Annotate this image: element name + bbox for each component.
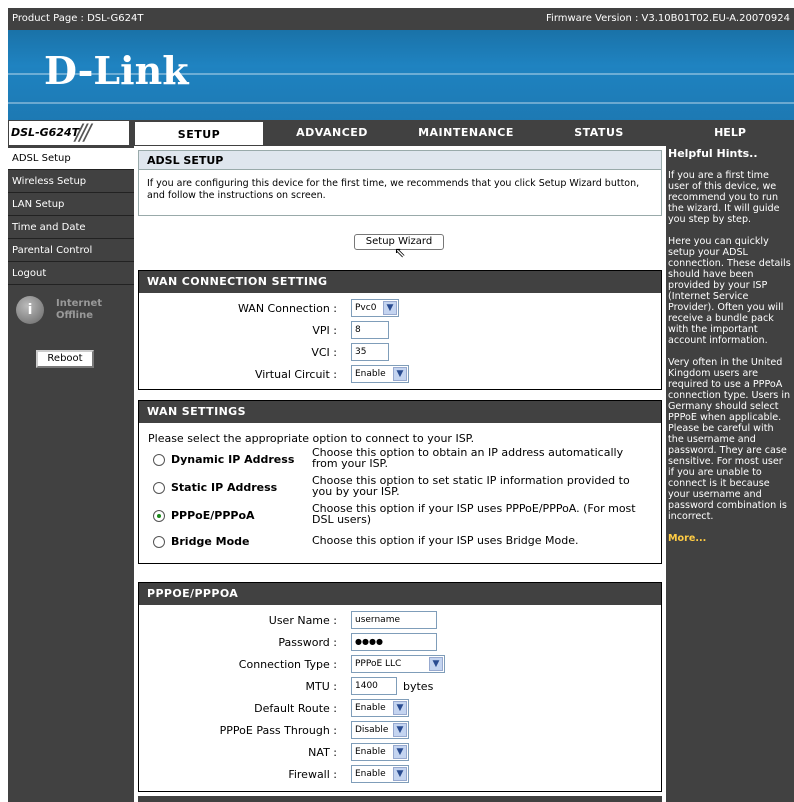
wan-connection-select[interactable]: Pvc0 ▼ (351, 299, 399, 317)
help-more-link[interactable]: More... (668, 533, 791, 544)
nat-select[interactable]: Enable ▼ (351, 743, 409, 761)
connection-type-value: PPPoE LLC (355, 659, 402, 669)
username-label: User Name : (268, 614, 337, 627)
chevron-down-icon: ▼ (393, 767, 407, 781)
connection-type-select[interactable]: PPPoE LLC ▼ (351, 655, 445, 673)
globe-icon: i (16, 296, 44, 324)
brand-banner: D-Link (8, 30, 794, 120)
default-route-value: Enable (355, 703, 386, 713)
wan-settings-instruction: Please select the appropriate option to … (148, 432, 475, 445)
chevron-down-icon: ▼ (393, 723, 407, 737)
help-paragraph: Here you can quickly setup your ADSL con… (668, 236, 791, 346)
sidebar-item-lan-setup[interactable]: LAN Setup (8, 194, 134, 216)
model-name: DSL-G624T (11, 126, 80, 139)
pppoe-passthrough-value: Disable (355, 725, 389, 735)
sidebar-item-wireless-setup[interactable]: Wireless Setup (8, 171, 134, 193)
tab-setup[interactable]: SETUP (134, 121, 264, 146)
pppoe-title: PPPOE/PPPOA (139, 583, 661, 605)
wan-connection-title: WAN CONNECTION SETTING (139, 271, 661, 293)
vpi-label: VPI : (312, 324, 337, 337)
wan-settings-title: WAN SETTINGS (139, 401, 661, 423)
static-ip-desc: Choose this option to set static IP info… (312, 474, 630, 498)
default-route-select[interactable]: Enable ▼ (351, 699, 409, 717)
wan-connection-label: WAN Connection : (238, 302, 337, 315)
tab-advanced[interactable]: ADVANCED (266, 120, 398, 146)
radio-dynamic-ip[interactable] (153, 454, 165, 466)
password-field[interactable]: ●●●● (351, 633, 437, 651)
adsl-setup-section: ADSL SETUP If you are configuring this d… (138, 150, 662, 230)
nat-value: Enable (355, 747, 386, 757)
radio-bridge-mode[interactable] (153, 536, 165, 548)
wan-settings-section: WAN SETTINGS Please select the appropria… (138, 400, 662, 564)
mouse-cursor-icon: ⇖ (394, 245, 406, 261)
virtual-circuit-select[interactable]: Enable ▼ (351, 365, 409, 383)
virtual-circuit-label: Virtual Circuit : (254, 368, 337, 381)
next-section-header (138, 796, 662, 802)
static-ip-label: Static IP Address (171, 481, 278, 494)
help-paragraph: Very often in the United Kingdom users a… (668, 357, 791, 522)
chevron-down-icon: ▼ (383, 301, 397, 315)
firewall-label: Firewall : (288, 768, 337, 781)
firmware-version-label: Firmware Version : V3.10B01T02.EU-A.2007… (546, 13, 790, 24)
wan-connection-value: Pvc0 (355, 303, 377, 313)
pppoe-passthrough-label: PPPoE Pass Through : (219, 724, 337, 737)
pppoe-desc: Choose this option if your ISP uses PPPo… (312, 502, 636, 526)
dlink-logo: D-Link (44, 48, 189, 93)
product-page-label: Product Page : DSL-G624T (12, 13, 144, 24)
bridge-mode-label: Bridge Mode (171, 535, 250, 548)
pppoe-passthrough-select[interactable]: Disable ▼ (351, 721, 409, 739)
sidebar-item-time-date[interactable]: Time and Date (8, 217, 134, 239)
bridge-mode-desc: Choose this option if your ISP uses Brid… (312, 534, 579, 547)
virtual-circuit-value: Enable (355, 369, 386, 379)
vci-field[interactable]: 35 (351, 343, 389, 361)
help-paragraph: If you are a first time user of this dev… (668, 170, 780, 225)
nat-label: NAT : (308, 746, 337, 759)
chevron-down-icon: ▼ (393, 367, 407, 381)
model-slashes: /// (75, 121, 91, 146)
firewall-value: Enable (355, 769, 386, 779)
radio-static-ip[interactable] (153, 482, 165, 494)
dynamic-ip-desc: Choose this option to obtain an IP addre… (312, 446, 624, 470)
mtu-field[interactable]: 1400 (351, 677, 397, 695)
tab-maintenance[interactable]: MAINTENANCE (398, 120, 534, 146)
connection-type-label: Connection Type : (238, 658, 337, 671)
tab-status[interactable]: STATUS (534, 120, 664, 146)
password-label: Password : (278, 636, 337, 649)
chevron-down-icon: ▼ (393, 745, 407, 759)
pppoe-label: PPPoE/PPPoA (171, 509, 255, 522)
help-panel: Helpful Hints.. If you are a first time … (666, 146, 794, 802)
internet-status-text: Internet Offline (56, 298, 103, 321)
username-field[interactable]: username (351, 611, 437, 629)
radio-pppoe[interactable] (153, 510, 165, 522)
adsl-setup-title: ADSL SETUP (139, 151, 661, 169)
firewall-select[interactable]: Enable ▼ (351, 765, 409, 783)
sidebar-item-adsl-setup[interactable]: ADSL Setup (8, 148, 134, 170)
mtu-unit: bytes (403, 680, 434, 693)
vci-label: VCI : (311, 346, 337, 359)
tab-help[interactable]: HELP (666, 120, 794, 146)
pppoe-section: PPPOE/PPPOA User Name : username Passwor… (138, 582, 662, 792)
reboot-button[interactable]: Reboot (36, 350, 94, 368)
help-title: Helpful Hints.. (668, 147, 758, 160)
wan-connection-section: WAN CONNECTION SETTING WAN Connection : … (138, 270, 662, 390)
default-route-label: Default Route : (254, 702, 337, 715)
chevron-down-icon: ▼ (393, 701, 407, 715)
sidebar-item-logout[interactable]: Logout (8, 263, 134, 285)
adsl-setup-intro: If you are configuring this device for t… (139, 169, 661, 215)
chevron-down-icon: ▼ (429, 657, 443, 671)
dynamic-ip-label: Dynamic IP Address (171, 453, 295, 466)
model-badge: DSL-G624T /// (8, 120, 130, 146)
top-info-bar: Product Page : DSL-G624T Firmware Versio… (8, 8, 794, 30)
mtu-label: MTU : (305, 680, 337, 693)
vpi-field[interactable]: 8 (351, 321, 389, 339)
sidebar-item-parental-control[interactable]: Parental Control (8, 240, 134, 262)
